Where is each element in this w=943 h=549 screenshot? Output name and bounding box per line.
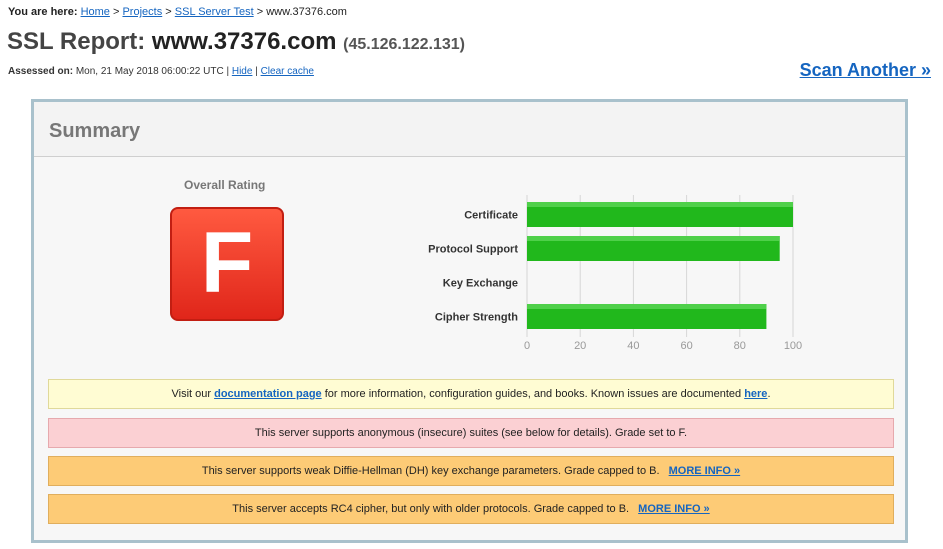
bar-highlight xyxy=(527,304,767,309)
weak-dh-text: This server supports weak Diffie-Hellman… xyxy=(201,465,660,477)
report-title-prefix: SSL Report: xyxy=(7,28,146,55)
scan-another-link[interactable]: Scan Another » xyxy=(800,60,931,81)
doc-message-mid: for more information, configuration guid… xyxy=(324,388,742,400)
breadcrumb-separator: > xyxy=(256,6,264,18)
breadcrumb-projects-link[interactable]: Projects xyxy=(122,6,162,18)
x-tick-label: 80 xyxy=(734,340,746,352)
rating-bar-chart: 0 20 40 60 80 100 Certificate Protocol Support K… xyxy=(428,195,802,352)
category-label: Key Exchange xyxy=(443,278,518,290)
x-tick-label: 0 xyxy=(524,340,530,352)
breadcrumb-separator: > xyxy=(165,6,172,18)
rc4-warning: This server accepts RC4 cipher, but only… xyxy=(48,494,894,524)
x-tick-label: 20 xyxy=(574,340,586,352)
anonymous-suites-text: This server supports anonymous (insecure… xyxy=(254,427,688,439)
report-title: SSL Report: www.37376.com (45.126.122.13… xyxy=(7,28,465,56)
breadcrumb-prefix: You are here: xyxy=(8,6,78,18)
breadcrumb: You are here: Home > Projects > SSL Serv… xyxy=(8,6,347,18)
x-tick-label: 40 xyxy=(627,340,639,352)
category-label: Protocol Support xyxy=(428,244,518,256)
category-label: Certificate xyxy=(464,210,518,222)
anonymous-suites-warning: This server supports anonymous (insecure… xyxy=(48,418,894,448)
assessed-value: Mon, 21 May 2018 06:00:22 UTC xyxy=(75,66,224,77)
assessed-line: Assessed on: Mon, 21 May 2018 06:00:22 U… xyxy=(8,66,314,77)
breadcrumb-separator: > xyxy=(112,6,120,18)
weak-dh-warning: This server supports weak Diffie-Hellman… xyxy=(48,456,894,486)
summary-box: Summary Overall Rating F 0 20 40 60 80 100 Cer… xyxy=(31,99,908,543)
weak-dh-more-info-link[interactable]: MORE INFO » xyxy=(669,465,741,477)
hide-link[interactable]: Hide xyxy=(232,66,253,77)
breadcrumb-home-link[interactable]: Home xyxy=(81,6,110,18)
report-host: www.37376.com xyxy=(151,28,337,55)
report-ip: (45.126.122.131) xyxy=(343,36,465,53)
bar-highlight xyxy=(527,202,793,207)
assessed-label: Assessed on: xyxy=(8,66,74,77)
x-tick-label: 100 xyxy=(784,340,802,352)
rc4-more-info-link[interactable]: MORE INFO » xyxy=(638,503,710,515)
doc-message: Visit our documentation page for more in… xyxy=(48,379,894,409)
doc-message-pre: Visit our xyxy=(171,388,212,400)
breadcrumb-current: www.37376.com xyxy=(266,6,347,18)
clear-cache-link[interactable]: Clear cache xyxy=(261,66,314,77)
doc-message-post: . xyxy=(767,388,771,400)
rc4-text: This server accepts RC4 cipher, but only… xyxy=(232,503,630,515)
x-tick-label: 60 xyxy=(680,340,692,352)
breadcrumb-ssl-test-link[interactable]: SSL Server Test xyxy=(175,6,254,18)
bar-highlight xyxy=(527,236,780,241)
documentation-link[interactable]: documentation page xyxy=(214,388,322,400)
known-issues-link[interactable]: here xyxy=(744,388,767,400)
category-label: Cipher Strength xyxy=(435,312,518,324)
